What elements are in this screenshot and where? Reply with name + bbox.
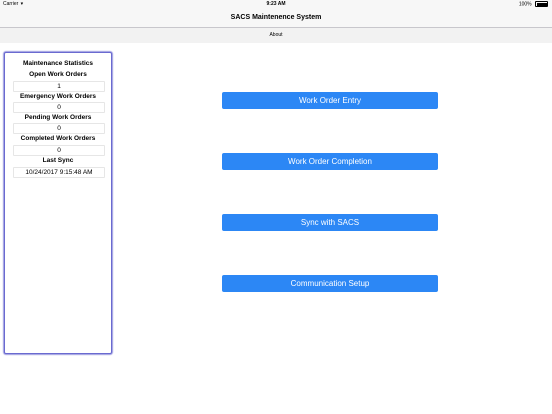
- last-sync-value: 10/24/2017 9:15:48 AM: [13, 167, 105, 178]
- status-bar: Carrier ▾ 9:23 AM 100%: [0, 0, 552, 9]
- stats-title: Maintenance Statistics: [22, 60, 94, 67]
- last-sync-label: Last Sync: [42, 157, 74, 164]
- pending-work-orders-value: 0: [13, 123, 105, 134]
- battery-status: 100%: [519, 1, 548, 7]
- maintenance-statistics-panel: Maintenance Statistics Open Work Orders …: [4, 52, 112, 354]
- navigation-bar: SACS Maintenence System: [0, 9, 552, 28]
- sync-with-sacs-button[interactable]: Sync with SACS: [222, 214, 438, 231]
- page-title: SACS Maintenence System: [230, 14, 322, 21]
- pending-work-orders-label: Pending Work Orders: [24, 114, 92, 121]
- emergency-work-orders-value: 0: [13, 102, 105, 113]
- about-button[interactable]: About: [256, 31, 296, 39]
- completed-work-orders-label: Completed Work Orders: [20, 135, 96, 142]
- emergency-work-orders-label: Emergency Work Orders: [19, 93, 97, 100]
- battery-icon: [535, 1, 548, 7]
- communication-setup-button[interactable]: Communication Setup: [222, 275, 438, 292]
- work-order-completion-button[interactable]: Work Order Completion: [222, 153, 438, 170]
- status-time: 9:23 AM: [266, 1, 286, 7]
- battery-percent: 100%: [518, 1, 532, 8]
- work-order-entry-button[interactable]: Work Order Entry: [222, 92, 438, 109]
- completed-work-orders-value: 0: [13, 145, 105, 156]
- toolbar: About: [0, 28, 552, 43]
- open-work-orders-value: 1: [13, 81, 105, 92]
- open-work-orders-label: Open Work Orders: [29, 71, 87, 78]
